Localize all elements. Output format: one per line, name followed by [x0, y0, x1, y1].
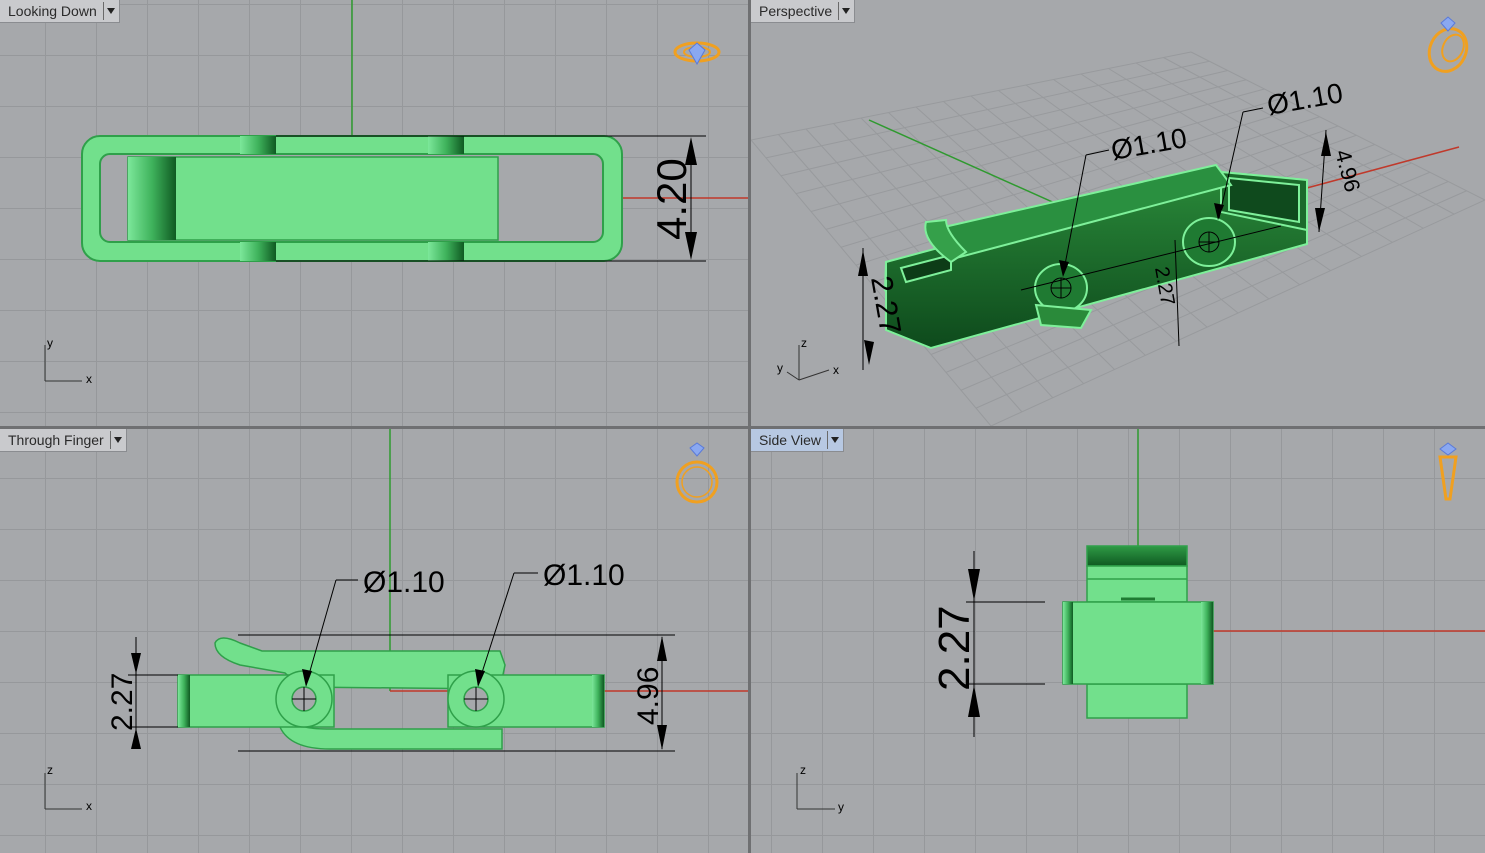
- top-view-scene: 4.20 x y: [44, 0, 748, 386]
- chevron-down-icon[interactable]: [827, 431, 840, 449]
- chevron-down-icon[interactable]: [102, 2, 116, 20]
- dim-label-front-width: 4.96: [632, 667, 665, 725]
- dim-label-front-dia-2: Ø1.10: [543, 559, 625, 592]
- viewport-title: Looking Down: [8, 3, 97, 19]
- axis-triad-top: [44, 345, 82, 382]
- latch-model-top[interactable]: [81, 135, 623, 262]
- viewport-perspective[interactable]: Ø1.10 Ø1.10 2.27 4.96 2.27 x y z Perspec…: [751, 0, 1485, 426]
- side-view-scene: 2.27 y z: [796, 429, 1485, 814]
- ring-side-view-icon: [1438, 442, 1458, 501]
- front-view-scene: Ø1.10 Ø1.10 2.27 4.96 x z: [44, 429, 748, 813]
- axis-label-x: x: [833, 363, 839, 377]
- latch-model-perspective[interactable]: [883, 163, 1308, 350]
- axis-label-y: y: [777, 361, 783, 375]
- ring-top-view-icon: [673, 41, 721, 66]
- viewport-tab-perspective[interactable]: Perspective: [751, 0, 856, 23]
- axis-label-z: z: [800, 763, 806, 777]
- viewport-looking-down[interactable]: 4.20 x y Looking Down: [0, 0, 748, 426]
- viewport-tab-looking-down[interactable]: Looking Down: [0, 0, 120, 23]
- viewport-tab-through-finger[interactable]: Through Finger: [0, 429, 127, 452]
- viewport-title: Through Finger: [8, 432, 104, 448]
- dim-label-top-width: 4.20: [648, 158, 695, 240]
- perspective-scene: Ø1.10 Ø1.10 2.27 4.96 2.27 x y z: [751, 16, 1485, 426]
- axis-label-y: y: [47, 336, 53, 350]
- axis-label-z: z: [47, 763, 53, 777]
- dim-label-persp-dia-2: Ø1.10: [1265, 77, 1346, 121]
- chevron-down-icon[interactable]: [109, 431, 123, 449]
- viewport-side-view[interactable]: 2.27 y z Side View: [751, 429, 1485, 853]
- axis-label-x: x: [86, 372, 92, 386]
- axis-label-x: x: [86, 799, 92, 813]
- viewport-title: Perspective: [759, 3, 833, 19]
- chevron-down-icon[interactable]: [838, 2, 851, 20]
- axis-label-z: z: [801, 336, 807, 350]
- axis-label-y: y: [838, 800, 844, 814]
- axis-triad-side: [796, 773, 835, 810]
- dim-label-persp-dia-1: Ø1.10: [1109, 122, 1190, 166]
- ring-perspective-icon: [1427, 16, 1469, 73]
- ring-front-view-icon: [675, 442, 719, 504]
- dim-label-front-dia-1: Ø1.10: [363, 566, 445, 599]
- viewport-title: Side View: [759, 432, 822, 448]
- viewport-through-finger[interactable]: Ø1.10 Ø1.10 2.27 4.96 x z Through Finger: [0, 429, 748, 853]
- axis-triad-front: [44, 773, 82, 810]
- dim-label-persp-width: 4.96: [1330, 147, 1365, 195]
- dim-label-front-height: 2.27: [106, 673, 139, 731]
- axis-triad-perspective: [786, 345, 830, 381]
- latch-model-side[interactable]: [1062, 545, 1214, 719]
- dim-label-side-height: 2.27: [930, 605, 979, 691]
- viewport-tab-side-view[interactable]: Side View: [751, 429, 845, 452]
- latch-model-front[interactable]: [177, 637, 605, 750]
